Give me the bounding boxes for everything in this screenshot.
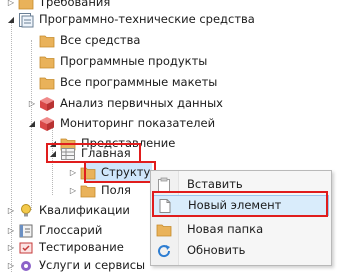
- test-icon: [18, 240, 34, 256]
- tree-item-label: Анализ первичных данных: [60, 96, 223, 110]
- tree-item-label: Все средства: [60, 33, 141, 47]
- tree-item-software-products[interactable]: Программные продукты: [27, 51, 207, 72]
- cube-icon: [39, 96, 55, 112]
- tree-item-qualifications[interactable]: ▷ Квалификации: [6, 200, 130, 221]
- bulb-icon: [18, 203, 34, 219]
- folder-icon: [39, 54, 55, 70]
- expand-arrow-icon[interactable]: ▷: [6, 200, 16, 221]
- tree-item-label: Мониторинг показателей: [60, 116, 216, 130]
- tree-item-primary-data-analysis[interactable]: ▷ Анализ первичных данных: [27, 93, 223, 114]
- refresh-icon: [153, 243, 175, 259]
- folder-icon: [39, 33, 55, 49]
- tree-item-label: Поля: [101, 183, 131, 197]
- cube-icon: [39, 116, 55, 132]
- tree-item-indicator-monitoring[interactable]: ◢ Мониторинг показателей: [27, 113, 215, 134]
- collapse-arrow-icon[interactable]: ◢: [6, 9, 16, 30]
- tree-item-all-tools[interactable]: Все средства: [27, 30, 140, 51]
- menu-item-refresh[interactable]: Обновить: [153, 240, 329, 261]
- collapse-arrow-icon[interactable]: ◢: [27, 113, 37, 134]
- tree-item-hardware-software[interactable]: ◢ Программно-технические средства: [6, 9, 255, 30]
- gear-icon: [18, 258, 34, 274]
- menu-item-new-folder[interactable]: Новая папка: [153, 219, 329, 240]
- folder-icon: [80, 183, 96, 199]
- tree-item-label: Все программные макеты: [60, 75, 218, 89]
- menu-item-label: Новая папка: [187, 222, 264, 236]
- menu-item-label: Обновить: [187, 243, 246, 257]
- tree-item-label: Квалификации: [39, 203, 130, 217]
- context-menu: Вставить Новый элемент Новая папка Обнов…: [150, 170, 332, 266]
- new-folder-icon: [153, 223, 175, 237]
- highlight-box: [46, 143, 141, 163]
- tree-item-fields[interactable]: ▷ Поля: [68, 180, 131, 201]
- doc-folder-icon: [18, 12, 34, 28]
- tree-item-label: Программные продукты: [60, 54, 208, 68]
- tree-item-label: Программно-технические средства: [39, 12, 255, 26]
- tree-item-all-program-layouts[interactable]: Все программные макеты: [27, 72, 217, 93]
- folder-icon: [39, 75, 55, 91]
- expand-arrow-icon[interactable]: ▷: [68, 180, 78, 201]
- highlight-box: [152, 191, 328, 217]
- expand-arrow-icon[interactable]: ▷: [27, 93, 37, 114]
